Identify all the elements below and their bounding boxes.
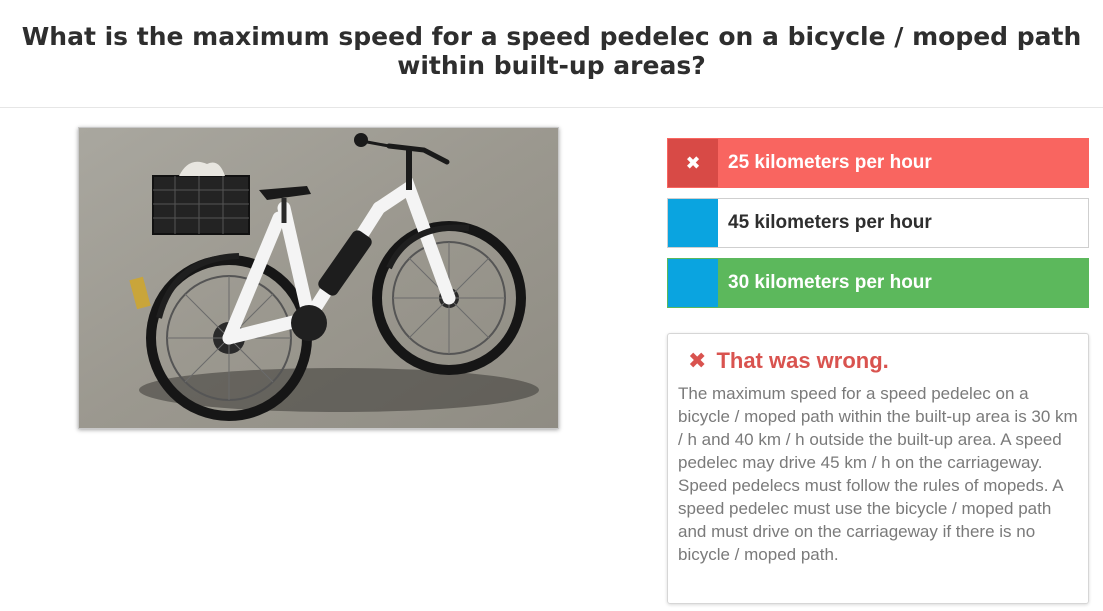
feedback-header: ✖ That was wrong. [688,348,1078,374]
feedback-title: That was wrong. [716,348,889,373]
answer-label: 45 kilometers per hour [728,212,932,233]
feedback-explanation: The maximum speed for a speed pedelec on… [678,384,1078,564]
answer-label: 25 kilometers per hour [728,152,932,173]
bicycle-photo [78,127,559,429]
answer-marker [668,259,718,307]
question-header: What is the maximum speed for a speed pe… [0,0,1103,108]
answer-label: 30 kilometers per hour [728,272,932,293]
answer-option-25-kmh[interactable]: ✖ 25 kilometers per hour [667,138,1089,188]
answer-option-30-kmh[interactable]: 30 kilometers per hour [667,258,1089,308]
answer-marker [668,199,718,247]
close-icon: ✖ [668,139,718,187]
close-icon: ✖ [688,348,707,373]
feedback-panel: ✖ That was wrong. The maximum speed for … [667,333,1089,604]
question-text: What is the maximum speed for a speed pe… [21,22,1082,80]
answer-option-45-kmh[interactable]: 45 kilometers per hour [667,198,1089,248]
